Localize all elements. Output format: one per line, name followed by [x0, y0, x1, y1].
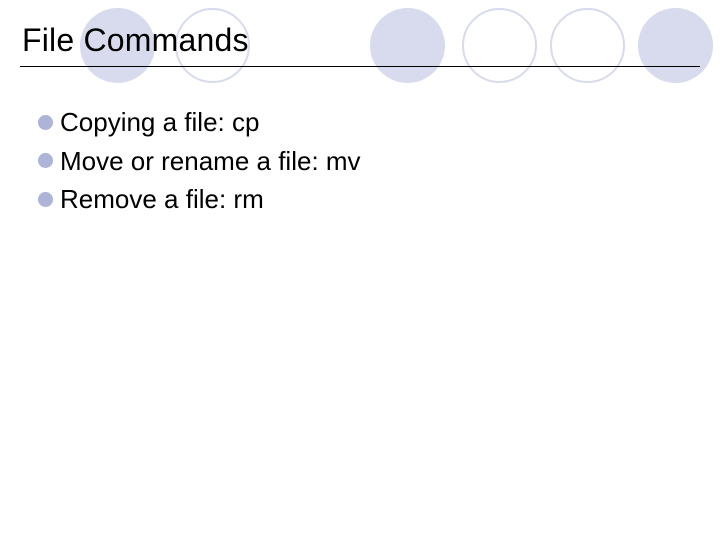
- decor-circle-icon: [462, 8, 537, 83]
- decor-circle-icon: [638, 8, 713, 83]
- decor-circle-icon: [550, 8, 625, 83]
- title-underline: [20, 66, 700, 67]
- decor-circle-icon: [370, 8, 445, 83]
- bullet-text: Copying a file: cp: [60, 106, 259, 139]
- list-item: Remove a file: rm: [38, 183, 361, 216]
- list-item: Move or rename a file: mv: [38, 145, 361, 178]
- bullet-text: Move or rename a file: mv: [60, 145, 361, 178]
- bullet-text: Remove a file: rm: [60, 183, 264, 216]
- slide-title: File Commands: [22, 22, 249, 59]
- list-item: Copying a file: cp: [38, 106, 361, 139]
- bullet-list: Copying a file: cp Move or rename a file…: [38, 106, 361, 222]
- bullet-icon: [38, 115, 53, 130]
- bullet-icon: [38, 192, 53, 207]
- bullet-icon: [38, 153, 53, 168]
